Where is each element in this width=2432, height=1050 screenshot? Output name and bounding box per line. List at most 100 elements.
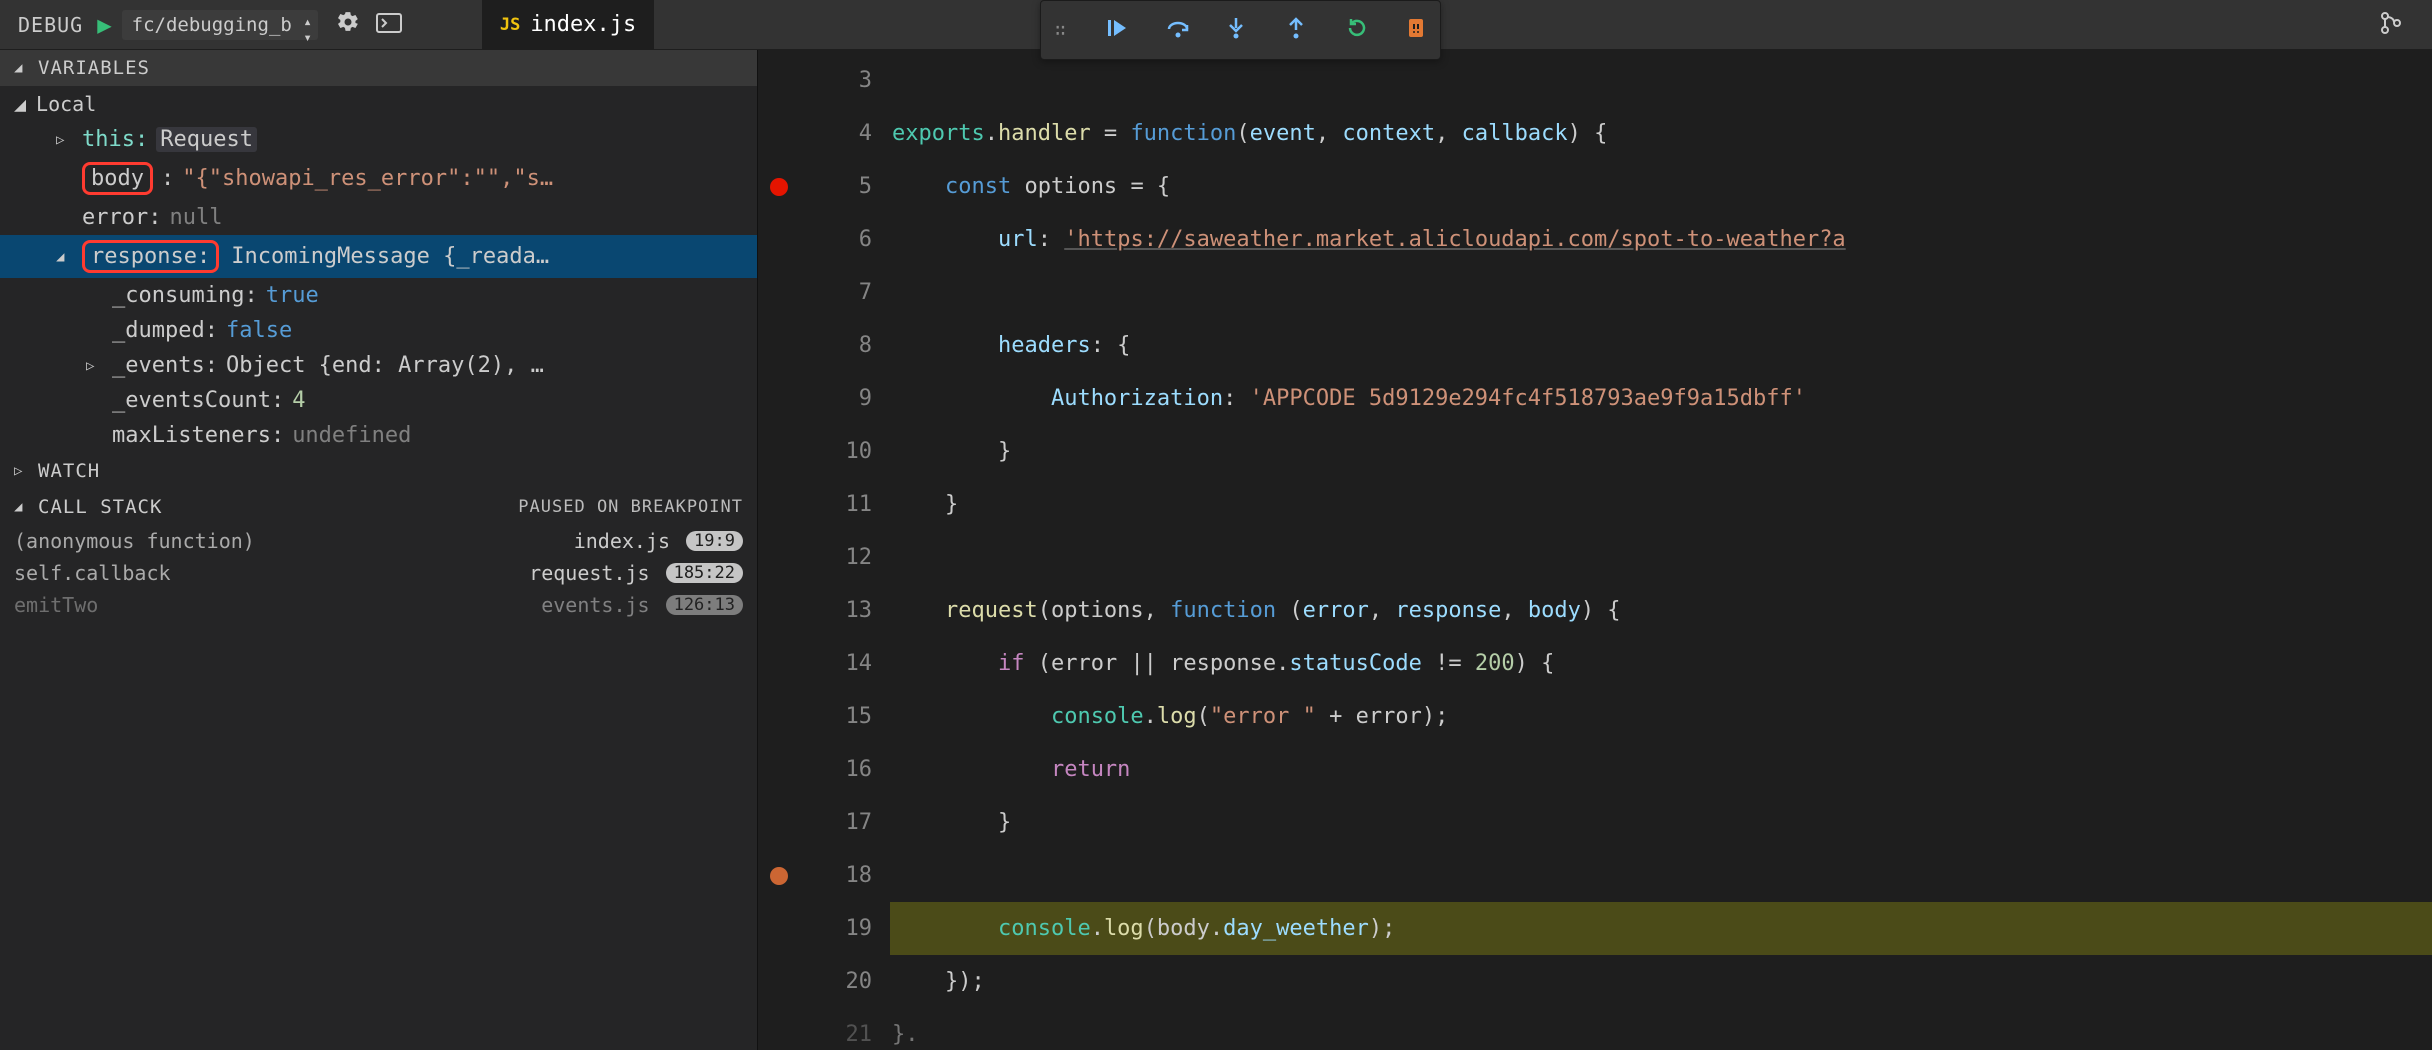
code-line: Authorization: 'APPCODE 5d9129e294fc4f51… [890, 372, 2432, 425]
code-line: }); [890, 955, 2432, 1008]
code-line: } [890, 796, 2432, 849]
stack-file: events.js [541, 593, 649, 617]
var-value: IncomingMessage {_reada… [227, 244, 553, 269]
chevron-right-icon: ▷ [14, 463, 28, 479]
stack-fn: (anonymous function) [14, 529, 255, 553]
stack-frame[interactable]: self.callback request.js 185:22 [0, 557, 757, 589]
var-key: this: [82, 127, 148, 152]
chevron-down-icon: ◢ [14, 60, 28, 76]
code-line: request(options, function (error, respon… [890, 584, 2432, 637]
debug-config-select[interactable]: fc/debugging_b ▴▾ [122, 10, 318, 40]
var-value: undefined [292, 423, 411, 448]
line-number-gutter: 3 4 5 6 7 8 9 10 11 12 13 14 15 16 17 18… [800, 50, 890, 1050]
watch-section-title: WATCH [38, 460, 100, 482]
line-number: 10 [800, 425, 890, 478]
breakpoint-gutter[interactable] [758, 50, 800, 1050]
code-line: headers: { [890, 319, 2432, 372]
highlight-box: body [82, 162, 153, 195]
code-line [890, 531, 2432, 584]
chevron-down-icon: ◢ [14, 499, 28, 515]
var-value: false [226, 318, 292, 343]
breakpoint-current-icon[interactable] [770, 867, 788, 885]
line-number: 7 [800, 266, 890, 319]
code-line: if (error || response.statusCode != 200)… [890, 637, 2432, 690]
source-control-icon[interactable] [2378, 10, 2404, 42]
chevron-down-icon: ◢ [56, 249, 74, 265]
step-over-button[interactable] [1166, 17, 1186, 44]
var-value: Request [156, 127, 257, 152]
var-key: maxListeners: [112, 423, 284, 448]
line-number: 6 [800, 213, 890, 266]
line-number: 19 [800, 902, 890, 955]
continue-button[interactable] [1106, 17, 1126, 44]
var-dumped[interactable]: _dumped: false [0, 313, 757, 348]
debug-sidebar: ◢ VARIABLES ◢ Local ▷ this: Request body… [0, 50, 758, 1050]
editor-tab[interactable]: JS index.js [482, 0, 654, 50]
code-line [890, 849, 2432, 902]
var-value: "{"showapi_res_error":"","s… [182, 166, 553, 191]
debug-console-icon[interactable] [376, 11, 402, 39]
stack-frame[interactable]: (anonymous function) index.js 19:9 [0, 525, 757, 557]
var-consuming[interactable]: _consuming: true [0, 278, 757, 313]
step-into-button[interactable] [1226, 17, 1246, 44]
code-line-current: console.log(body.day_weether); [890, 902, 2432, 955]
callstack-status: PAUSED ON BREAKPOINT [518, 497, 743, 517]
stack-fn: emitTwo [14, 593, 98, 617]
line-number: 14 [800, 637, 890, 690]
stack-loc: 185:22 [666, 563, 743, 583]
var-value: Object {end: Array(2), … [226, 353, 544, 378]
restart-button[interactable] [1346, 17, 1366, 44]
code-line: console.log("error " + error); [890, 690, 2432, 743]
variables-section-header[interactable]: ◢ VARIABLES [0, 50, 757, 86]
breakpoint-icon[interactable] [770, 178, 788, 196]
stop-button[interactable] [1406, 17, 1426, 44]
var-error[interactable]: error: null [0, 200, 757, 235]
var-response[interactable]: ◢ response: IncomingMessage {_reada… [0, 235, 757, 278]
code-line: } [890, 478, 2432, 531]
stack-loc: 126:13 [666, 595, 743, 615]
chevron-right-icon: ▷ [86, 358, 104, 374]
var-key: _eventsCount: [112, 388, 284, 413]
drag-handle-icon[interactable]: ∷ [1055, 20, 1066, 41]
scope-local-label: Local [36, 92, 96, 116]
code-content[interactable]: exports.handler = function(event, contex… [890, 50, 2432, 1050]
code-line: } [890, 425, 2432, 478]
debug-toolbar[interactable]: ∷ [1040, 0, 1441, 60]
start-debug-button[interactable]: ▶ [97, 11, 111, 39]
step-out-button[interactable] [1286, 17, 1306, 44]
variables-section-title: VARIABLES [38, 57, 150, 79]
line-number: 16 [800, 743, 890, 796]
code-editor[interactable]: 3 4 5 6 7 8 9 10 11 12 13 14 15 16 17 18… [758, 50, 2432, 1050]
line-number: 21 [800, 1008, 890, 1050]
chevron-down-icon: ◢ [14, 92, 26, 116]
code-line: }. [890, 1008, 2432, 1050]
line-number: 13 [800, 584, 890, 637]
gear-icon[interactable] [336, 10, 360, 40]
var-key: _dumped: [112, 318, 218, 343]
line-number: 18 [800, 849, 890, 902]
code-line: url: 'https://saweather.market.aliclouda… [890, 213, 2432, 266]
var-this[interactable]: ▷ this: Request [0, 122, 757, 157]
debug-config-name: fc/debugging_b [132, 14, 292, 36]
stack-file: index.js [574, 529, 670, 553]
var-value: 4 [292, 388, 305, 413]
line-number: 20 [800, 955, 890, 1008]
line-number: 17 [800, 796, 890, 849]
callstack-section-title: CALL STACK [38, 496, 162, 518]
var-key: body [91, 166, 144, 191]
code-line [890, 54, 2432, 107]
scope-local[interactable]: ◢ Local [0, 86, 757, 122]
code-line: const options = { [890, 160, 2432, 213]
var-key: error: [82, 205, 161, 230]
var-eventscount[interactable]: _eventsCount: 4 [0, 383, 757, 418]
var-key: response: [91, 244, 210, 269]
stack-file: request.js [529, 561, 649, 585]
var-events[interactable]: ▷ _events: Object {end: Array(2), … [0, 348, 757, 383]
var-value: null [169, 205, 222, 230]
stack-frame[interactable]: emitTwo events.js 126:13 [0, 589, 757, 621]
chevron-right-icon: ▷ [56, 132, 74, 148]
var-body[interactable]: body: "{"showapi_res_error":"","s… [0, 157, 757, 200]
callstack-section-header[interactable]: ◢ CALL STACK PAUSED ON BREAKPOINT [0, 489, 757, 525]
watch-section-header[interactable]: ▷ WATCH [0, 453, 757, 489]
var-maxlisteners[interactable]: maxListeners: undefined [0, 418, 757, 453]
